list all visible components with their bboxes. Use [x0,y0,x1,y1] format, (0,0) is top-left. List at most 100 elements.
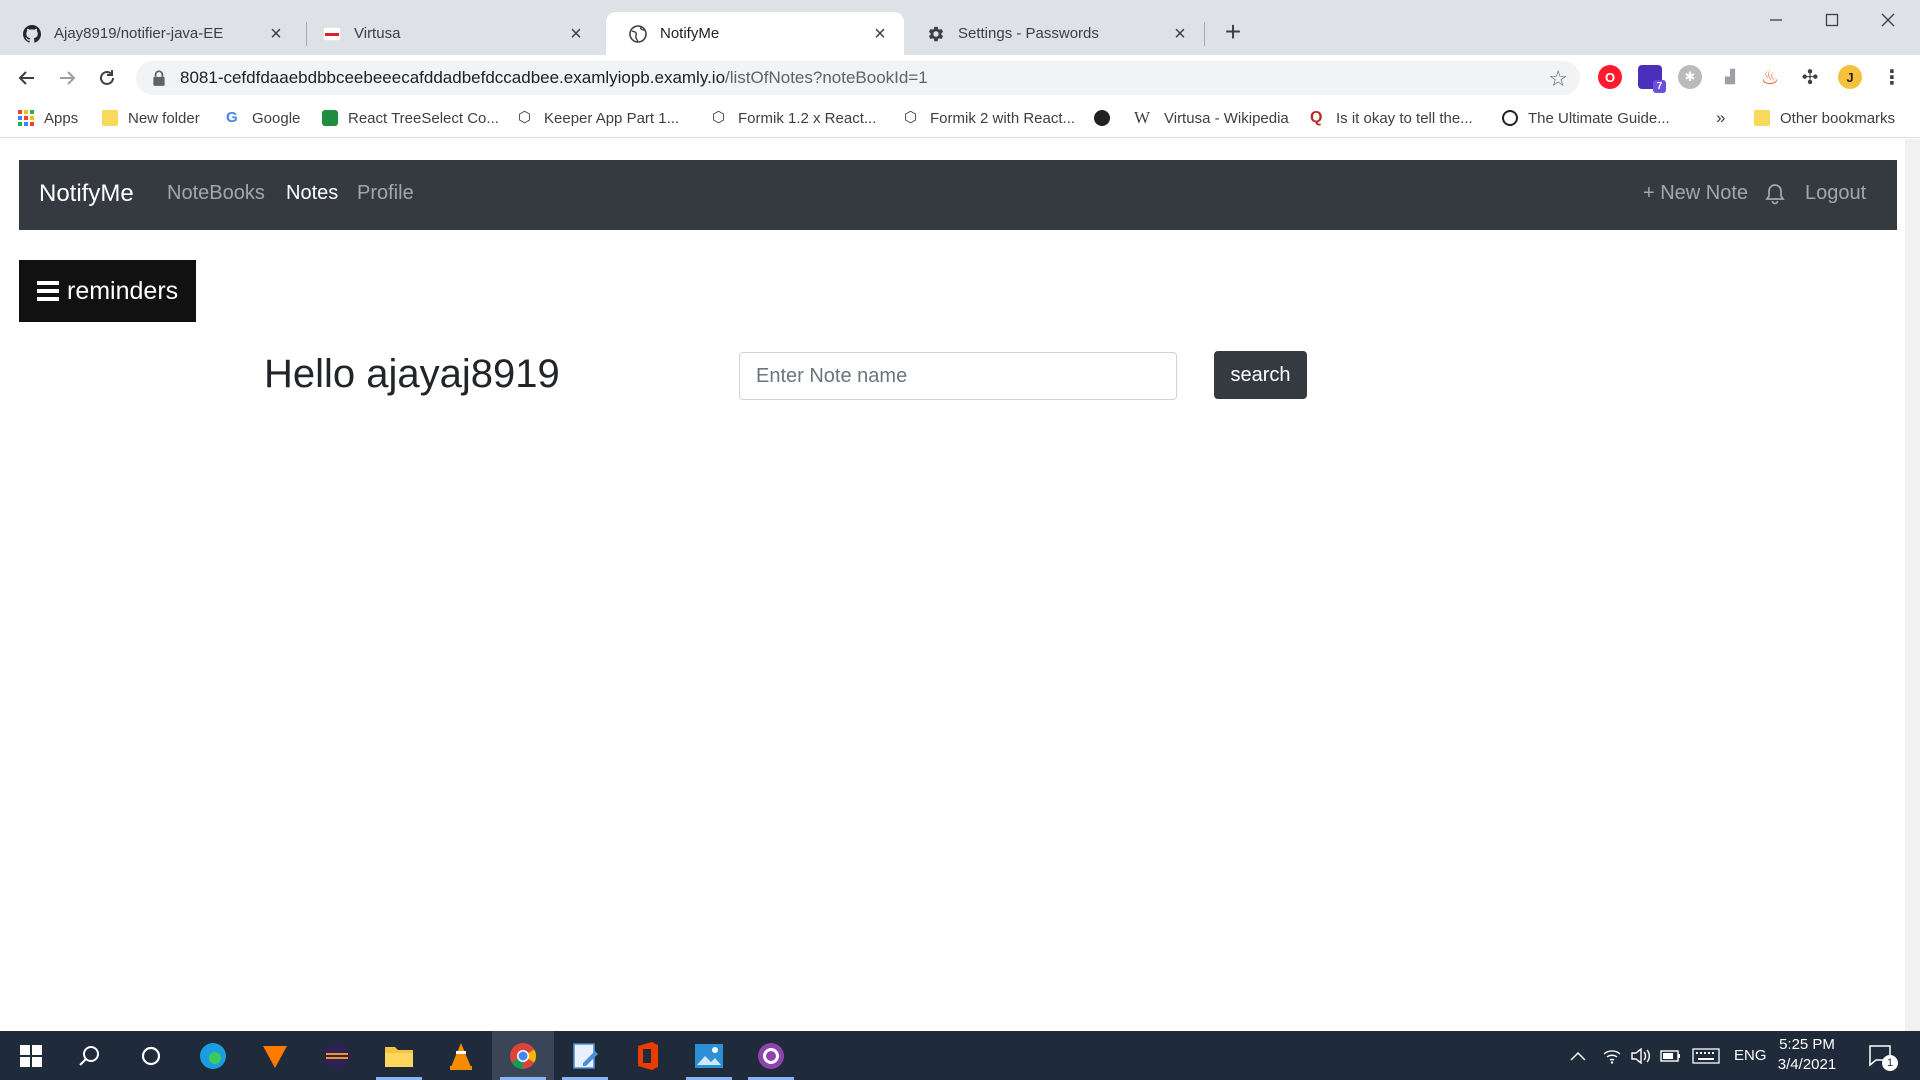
taskbar-edge[interactable] [182,1031,244,1080]
office-icon [638,1041,658,1070]
tab-virtusa[interactable]: Virtusa × [300,12,600,55]
windows-taskbar: ENG 5:25 PM 3/4/2021 1 [0,1031,1920,1080]
taskbar-clock[interactable]: 5:25 PM 3/4/2021 [1762,1035,1852,1075]
greeting-heading: Hello ajayaj8919 [264,352,560,396]
minimize-button[interactable] [1748,0,1804,40]
window-close-button[interactable] [1860,0,1916,40]
taskbar-notepad[interactable] [554,1031,616,1080]
nav-profile[interactable]: Profile [357,182,414,205]
bookmarks-bar: Apps New folder G Google React TreeSelec… [0,100,1920,138]
cortana-icon [141,1046,161,1065]
bookmark-new-folder[interactable]: New folder [102,106,200,130]
search-icon [79,1045,99,1066]
puzzle-extensions-icon[interactable]: ✣ [1798,65,1822,89]
more-bookmarks-label: » [1716,108,1726,127]
bookmark-formik-1[interactable]: ⬡ Formik 1.2 x React... [712,106,876,130]
bookmark-keeper-app[interactable]: ⬡ Keeper App Part 1... [518,106,679,130]
tab-settings-passwords[interactable]: Settings - Passwords × [904,12,1204,55]
close-icon[interactable]: × [1170,24,1190,44]
page-viewport: NotifyMe NoteBooks Notes Profile + New N… [0,139,1905,1031]
tab-separator [1204,22,1205,46]
taskbar-search-button[interactable] [58,1031,120,1080]
reminders-button[interactable]: reminders [19,260,196,322]
taskbar-chrome[interactable] [492,1031,554,1080]
battery-icon[interactable] [1660,1031,1682,1080]
wifi-icon[interactable] [1602,1031,1622,1080]
volume-icon[interactable] [1630,1031,1652,1080]
gear-icon [926,24,946,44]
browser-toolbar: 8081-cefdfdaaebdbbceebeeecafddadbefdccad… [0,55,1920,100]
cortana-button[interactable] [120,1031,182,1080]
close-icon[interactable]: × [566,24,586,44]
new-tab-button[interactable]: + [1218,18,1248,48]
logout-button[interactable]: Logout [1805,182,1866,205]
bookmark-other[interactable]: Other bookmarks [1754,106,1895,130]
tray-show-hidden-icon[interactable] [1570,1031,1586,1080]
back-button[interactable] [12,63,42,93]
taskbar-vlc[interactable] [430,1031,492,1080]
bookmark-label: Formik 2 with React... [930,109,1076,127]
taskbar-photos[interactable] [678,1031,740,1080]
forward-button[interactable] [52,63,82,93]
bookmark-formik-2[interactable]: ⬡ Formik 2 with React... [904,106,1075,130]
extension-icon[interactable]: 7 [1638,65,1666,93]
brand-logo[interactable]: NotifyMe [39,180,134,208]
chart-extension-icon[interactable]: ▟ [1718,65,1742,89]
tab-title: Ajay8919/notifier-java-EE [54,25,224,42]
more-bookmarks-button[interactable]: » [1716,106,1725,130]
bookmark-label: Formik 1.2 x React... [738,109,877,127]
nav-notebooks[interactable]: NoteBooks [167,182,265,205]
bookmark-google[interactable]: G Google [226,106,300,130]
bookmark-react-treeselect[interactable]: React TreeSelect Co... [322,106,499,130]
bookmark-label: Virtusa - Wikipedia [1164,109,1289,127]
app-navbar: NotifyMe NoteBooks Notes Profile + New N… [19,160,1897,230]
menu-kebab-icon[interactable]: ⋮ [1880,65,1904,89]
bookmark-label: The Ultimate Guide... [1528,109,1670,127]
bookmark-label: Other bookmarks [1780,109,1896,127]
search-button[interactable]: search [1214,351,1307,399]
maximize-button[interactable] [1804,0,1860,40]
keyboard-icon[interactable] [1692,1031,1720,1080]
notification-count-badge: 1 [1882,1055,1898,1071]
taskbar-vlc-like-app[interactable] [244,1031,306,1080]
lock-icon [153,70,165,86]
eclipse-icon [324,1042,350,1069]
close-icon[interactable]: × [266,24,286,44]
chrome-icon [510,1042,537,1069]
bookmark-ultimate-guide[interactable]: The Ultimate Guide... [1502,106,1670,130]
taskbar-office[interactable] [616,1031,678,1080]
tab-notifyme[interactable]: NotifyMe × [606,12,904,55]
reload-button[interactable] [92,63,122,93]
bug-extension-icon[interactable]: ✱ [1678,65,1702,89]
page-scrollbar[interactable] [1905,139,1920,1031]
clock-time: 5:25 PM [1779,1036,1835,1053]
note-search-input[interactable] [739,352,1177,400]
close-icon[interactable]: × [870,24,890,44]
opera-extension-icon[interactable]: O [1598,65,1622,89]
tab-title: Virtusa [354,25,401,42]
bookmark-label: Keeper App Part 1... [544,109,680,127]
nav-notes[interactable]: Notes [286,182,338,205]
bell-icon[interactable] [1765,183,1785,211]
taskbar-file-explorer[interactable] [368,1031,430,1080]
fire-extension-icon[interactable]: ♨ [1758,65,1782,89]
bookmark-wikipedia[interactable]: W Virtusa - Wikipedia [1134,106,1289,130]
notification-center-button[interactable]: 1 [1868,1031,1898,1080]
star-icon[interactable]: ☆ [1548,66,1568,92]
taskbar-eclipse[interactable] [306,1031,368,1080]
edge-icon [200,1042,226,1069]
github-icon [22,24,42,44]
windows-start-button[interactable] [0,1031,62,1080]
bookmark-quora[interactable]: Q Is it okay to tell the... [1310,106,1473,130]
taskbar-github-desktop[interactable] [740,1031,802,1080]
address-bar[interactable]: 8081-cefdfdaaebdbbceebeeecafddadbefdccad… [136,61,1580,95]
tab-github[interactable]: Ajay8919/notifier-java-EE × [0,12,300,55]
new-note-button[interactable]: + New Note [1643,182,1748,205]
avatar[interactable]: J [1838,65,1862,89]
codesandbox-icon: ⬡ [712,109,726,126]
bookmark-globe[interactable] [1094,106,1110,130]
treeselect-icon [322,110,338,126]
reminders-label: reminders [67,276,179,305]
globe-icon [628,24,648,44]
bookmark-apps[interactable]: Apps [18,106,78,130]
